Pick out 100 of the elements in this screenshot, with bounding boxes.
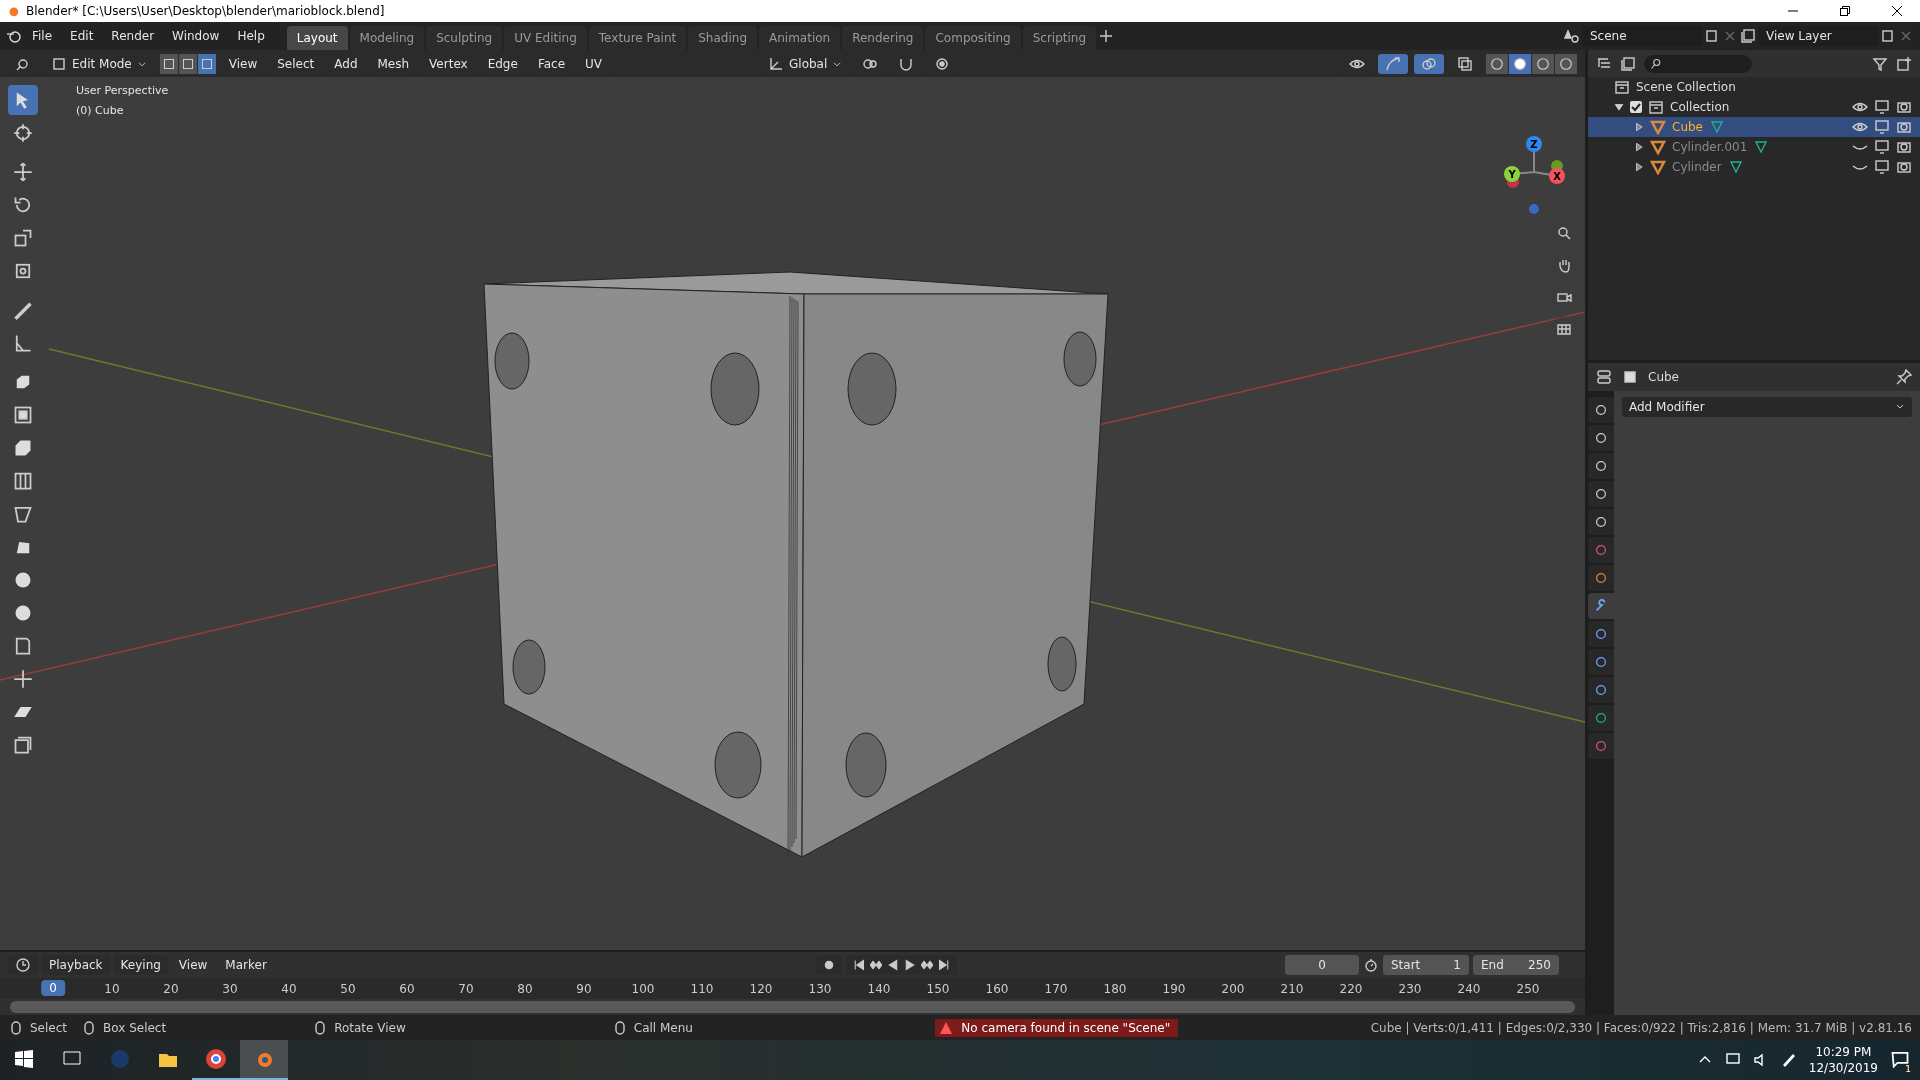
scene-field[interactable]: Scene — [1582, 26, 1702, 46]
frame-tick: 80 — [517, 981, 533, 996]
status-hint: Rotate View — [334, 1020, 406, 1035]
disclosure-icon — [1614, 102, 1624, 112]
frame-tick: 190 — [1162, 981, 1186, 996]
workspace-tab[interactable]: Layout — [286, 26, 348, 50]
tab-icon — [1594, 487, 1608, 501]
tool-icon — [13, 438, 33, 458]
properties-tab[interactable] — [1588, 565, 1614, 591]
timeline-menu[interactable]: Marker — [218, 954, 274, 975]
shading-button[interactable] — [1555, 53, 1577, 74]
frame-tick: 200 — [1221, 981, 1245, 996]
editor-type-button[interactable] — [8, 954, 38, 975]
workspace-tab[interactable]: Scripting — [1022, 26, 1097, 50]
menu-item[interactable]: Window — [164, 26, 228, 46]
select-mode-button[interactable] — [197, 53, 216, 74]
workspace-tab[interactable]: Animation — [759, 26, 841, 50]
properties-tab[interactable] — [1588, 677, 1614, 703]
checkbox[interactable] — [1630, 101, 1642, 113]
outliner-item-label: Cylinder — [1672, 160, 1722, 174]
object-icon — [1622, 369, 1638, 385]
workspace-tab[interactable]: Modeling — [349, 26, 425, 50]
tool-icon — [13, 261, 33, 281]
status-hint: Call Menu — [633, 1020, 693, 1035]
properties-tab[interactable] — [1588, 733, 1614, 759]
timeline-scrollbar[interactable] — [10, 1001, 1575, 1013]
clock-time[interactable]: 10:29 PM — [1815, 1044, 1872, 1060]
workspace-tab[interactable]: Texture Paint — [588, 26, 687, 50]
tab-icon — [1594, 515, 1608, 529]
mesh-data-icon — [1709, 119, 1725, 135]
window-title: Blender* [C:\Users\User\Desktop\blender\marioblock.blend] — [26, 4, 386, 18]
end-frame-field[interactable]: End 250 — [1473, 954, 1559, 975]
timeline-menu[interactable]: View — [171, 954, 215, 975]
select-mode-button[interactable] — [178, 53, 197, 74]
outliner-item[interactable]: Scene Collection — [1636, 80, 1736, 94]
frame-tick: 180 — [1103, 981, 1127, 996]
search-field[interactable] — [1644, 54, 1752, 73]
properties-tab[interactable] — [1588, 705, 1614, 731]
monitor-icon — [1874, 159, 1890, 175]
shading-button[interactable] — [1486, 53, 1508, 74]
properties-tab[interactable] — [1588, 397, 1614, 423]
keyframe-forward-icon — [921, 958, 933, 971]
frame-tick: 140 — [867, 981, 891, 996]
properties-tab[interactable] — [1588, 537, 1614, 563]
blender-logo-icon — [6, 28, 22, 44]
tool-button[interactable] — [8, 85, 38, 115]
timeline-menu[interactable]: Keying — [113, 954, 168, 975]
playhead-frame[interactable]: 0 — [41, 979, 65, 996]
gizmo-button[interactable] — [1378, 53, 1408, 74]
start-frame-field[interactable]: Start 1 — [1383, 954, 1469, 975]
editor-type-icon — [1596, 369, 1612, 385]
menu-item[interactable]: Edit — [62, 26, 102, 46]
tab-icon — [1594, 739, 1608, 753]
properties-tab[interactable] — [1588, 509, 1614, 535]
frame-tick: 120 — [749, 981, 773, 996]
properties-tab[interactable] — [1588, 649, 1614, 675]
current-frame-field[interactable]: 0 — [1285, 954, 1359, 975]
menu-item[interactable]: File — [24, 26, 61, 46]
frame-tick: 160 — [985, 981, 1009, 996]
pin-icon — [1896, 369, 1912, 385]
workspace-tab[interactable]: UV Editing — [504, 26, 587, 50]
properties-tab[interactable] — [1588, 453, 1614, 479]
monitor-icon — [1874, 139, 1890, 155]
properties-tab[interactable] — [1588, 425, 1614, 451]
record-button[interactable] — [816, 954, 842, 975]
properties-tab[interactable] — [1588, 481, 1614, 507]
shading-button[interactable] — [1532, 53, 1554, 74]
app-icon — [109, 1048, 131, 1070]
mesh-data-icon — [1753, 139, 1770, 155]
collection-icon — [1648, 99, 1664, 115]
jump-end-icon — [938, 958, 950, 971]
overlay-button[interactable] — [1414, 53, 1444, 74]
clock-icon — [15, 956, 31, 973]
jump-start-icon — [853, 958, 865, 971]
timeline-menu[interactable]: Playback — [42, 954, 110, 975]
playback-controls[interactable] — [846, 954, 957, 975]
add-modifier-dropdown[interactable]: Add Modifier — [1622, 397, 1912, 417]
outliner-row[interactable]: Cylinder.001 — [1588, 137, 1920, 157]
workspace-tab[interactable]: Shading — [688, 26, 757, 50]
menu-item[interactable]: Help — [229, 26, 273, 46]
frame-tick: 70 — [458, 981, 474, 996]
select-mode-button[interactable] — [159, 53, 178, 74]
outliner-item[interactable]: Collection — [1670, 100, 1730, 114]
tool-icon — [13, 228, 33, 248]
workspace-tab[interactable]: Rendering — [842, 26, 924, 50]
view-layer-field[interactable]: View Layer — [1758, 26, 1878, 46]
sphere-icon — [1513, 56, 1527, 71]
menu-item[interactable]: Render — [103, 26, 163, 46]
xray-icon — [1457, 55, 1473, 72]
tab-icon — [1594, 599, 1608, 613]
clock-date[interactable]: 12/30/2019 — [1808, 1060, 1878, 1076]
workspace-tab[interactable]: Sculpting — [426, 26, 503, 50]
properties-tab[interactable] — [1588, 593, 1614, 619]
tool-icon — [13, 333, 33, 353]
workspace-tab[interactable]: Compositing — [925, 26, 1021, 50]
outliner-row[interactable]: Cube — [1588, 117, 1920, 137]
properties-tab[interactable] — [1588, 621, 1614, 647]
shading-button[interactable] — [1509, 53, 1531, 74]
outliner-row[interactable]: Cylinder — [1588, 157, 1920, 177]
tab-icon — [1594, 655, 1608, 669]
